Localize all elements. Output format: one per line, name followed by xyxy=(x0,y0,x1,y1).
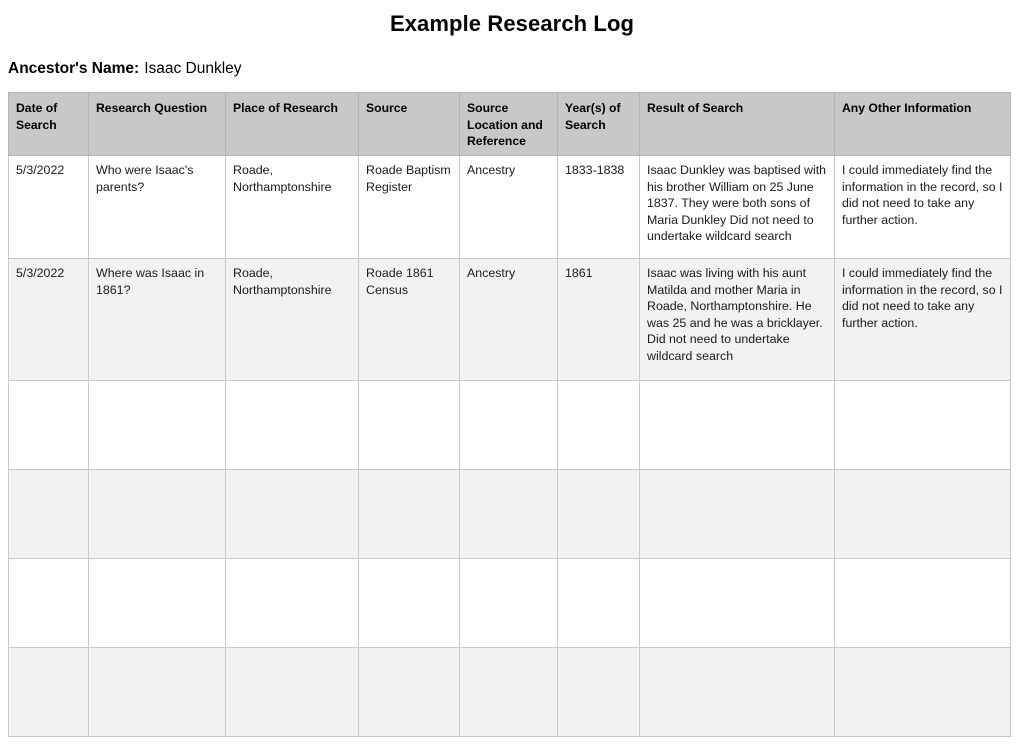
cell-place-of-research[interactable] xyxy=(225,647,359,738)
table-row[interactable] xyxy=(8,469,1011,560)
cell-source-location-and-reference[interactable] xyxy=(459,380,558,471)
research-log-page: Example Research Log Ancestor's Name: Isa… xyxy=(0,0,1024,750)
cell-value: Where was Isaac in 1861? xyxy=(96,266,205,297)
cell-date-of-search[interactable] xyxy=(8,469,89,560)
ancestor-name-value: Isaac Dunkley xyxy=(144,60,242,78)
column-header-research-question: Research Question xyxy=(88,92,226,157)
cell-any-other-information[interactable] xyxy=(834,647,1011,738)
cell-any-other-information[interactable] xyxy=(834,558,1011,649)
research-log-table-container: Date of Search Research Question Place o… xyxy=(0,92,1024,738)
cell-source-location-and-reference[interactable] xyxy=(459,469,558,560)
cell-source[interactable] xyxy=(358,380,460,471)
research-log-table: Date of Search Research Question Place o… xyxy=(8,92,1011,738)
cell-value: I could immediately find the information… xyxy=(842,163,1003,227)
cell-date-of-search[interactable]: 5/3/2022 xyxy=(8,258,89,382)
cell-years-of-search[interactable] xyxy=(557,469,640,560)
table-row[interactable] xyxy=(8,558,1011,649)
cell-years-of-search[interactable] xyxy=(557,558,640,649)
cell-value: Roade 1861 Census xyxy=(366,266,434,297)
cell-value: Roade, Northamptonshire xyxy=(233,163,332,194)
cell-result-of-search[interactable] xyxy=(639,647,835,738)
cell-result-of-search[interactable] xyxy=(639,469,835,560)
cell-years-of-search[interactable]: 1833-1838 xyxy=(557,155,640,260)
cell-research-question[interactable] xyxy=(88,469,226,560)
cell-place-of-research[interactable] xyxy=(225,380,359,471)
column-header-any-other-information: Any Other Information xyxy=(834,92,1011,157)
cell-date-of-search[interactable] xyxy=(8,380,89,471)
cell-value: Isaac Dunkley was baptised with his brot… xyxy=(647,163,827,244)
cell-years-of-search[interactable] xyxy=(557,380,640,471)
cell-source-location-and-reference[interactable] xyxy=(459,558,558,649)
page-title: Example Research Log xyxy=(389,11,635,36)
cell-place-of-research[interactable]: Roade, Northamptonshire xyxy=(225,258,359,382)
cell-value: Who were Isaac's parents? xyxy=(96,163,194,194)
column-header-place-of-research: Place of Research xyxy=(225,92,359,157)
cell-value: 5/3/2022 xyxy=(16,163,65,178)
cell-value: Ancestry xyxy=(467,163,516,178)
cell-value: Isaac was living with his aunt Matilda a… xyxy=(647,266,823,363)
cell-result-of-search[interactable]: Isaac was living with his aunt Matilda a… xyxy=(639,258,835,382)
table-row[interactable] xyxy=(8,380,1011,471)
cell-place-of-research[interactable] xyxy=(225,558,359,649)
cell-result-of-search[interactable] xyxy=(639,380,835,471)
cell-value: Roade, Northamptonshire xyxy=(233,266,332,297)
table-header-row: Date of Search Research Question Place o… xyxy=(8,92,1011,157)
cell-date-of-search[interactable]: 5/3/2022 xyxy=(8,155,89,260)
cell-result-of-search[interactable] xyxy=(639,558,835,649)
cell-value: 5/3/2022 xyxy=(16,266,65,281)
cell-value: Roade Baptism Register xyxy=(366,163,451,194)
cell-value: 1833-1838 xyxy=(565,163,625,178)
cell-value: Ancestry xyxy=(467,266,516,281)
cell-source[interactable]: Roade 1861 Census xyxy=(358,258,460,382)
cell-research-question[interactable] xyxy=(88,558,226,649)
cell-years-of-search[interactable]: 1861 xyxy=(557,258,640,382)
cell-research-question[interactable] xyxy=(88,647,226,738)
cell-source-location-and-reference[interactable] xyxy=(459,647,558,738)
table-row[interactable] xyxy=(8,647,1011,738)
table-row[interactable]: 5/3/2022 Who were Isaac's parents? Roade… xyxy=(8,155,1011,260)
cell-research-question[interactable] xyxy=(88,380,226,471)
cell-date-of-search[interactable] xyxy=(8,558,89,649)
cell-source-location-and-reference[interactable]: Ancestry xyxy=(459,258,558,382)
cell-result-of-search[interactable]: Isaac Dunkley was baptised with his brot… xyxy=(639,155,835,260)
cell-source[interactable] xyxy=(358,647,460,738)
cell-any-other-information[interactable]: I could immediately find the information… xyxy=(834,258,1011,382)
cell-research-question[interactable]: Who were Isaac's parents? xyxy=(88,155,226,260)
cell-value: 1861 xyxy=(565,266,593,281)
column-header-source: Source xyxy=(358,92,460,157)
cell-place-of-research[interactable]: Roade, Northamptonshire xyxy=(225,155,359,260)
cell-source[interactable] xyxy=(358,558,460,649)
cell-source-location-and-reference[interactable]: Ancestry xyxy=(459,155,558,260)
column-header-years-of-search: Year(s) of Search xyxy=(557,92,640,157)
table-body: 5/3/2022 Who were Isaac's parents? Roade… xyxy=(8,155,1011,738)
ancestor-name-line: Ancestor's Name: Isaac Dunkley xyxy=(0,37,1024,78)
table-row[interactable]: 5/3/2022 Where was Isaac in 1861? Roade,… xyxy=(8,258,1011,382)
column-header-date-of-search: Date of Search xyxy=(8,92,89,157)
cell-place-of-research[interactable] xyxy=(225,469,359,560)
cell-any-other-information[interactable]: I could immediately find the information… xyxy=(834,155,1011,260)
cell-years-of-search[interactable] xyxy=(557,647,640,738)
column-header-source-location-and-reference: Source Location and Reference xyxy=(459,92,558,157)
cell-source[interactable] xyxy=(358,469,460,560)
cell-research-question[interactable]: Where was Isaac in 1861? xyxy=(88,258,226,382)
cell-value: I could immediately find the information… xyxy=(842,266,1003,330)
ancestor-name-label: Ancestor's Name: xyxy=(8,60,140,78)
table-header: Date of Search Research Question Place o… xyxy=(8,92,1011,157)
cell-date-of-search[interactable] xyxy=(8,647,89,738)
column-header-result-of-search: Result of Search xyxy=(639,92,835,157)
cell-source[interactable]: Roade Baptism Register xyxy=(358,155,460,260)
cell-any-other-information[interactable] xyxy=(834,469,1011,560)
cell-any-other-information[interactable] xyxy=(834,380,1011,471)
